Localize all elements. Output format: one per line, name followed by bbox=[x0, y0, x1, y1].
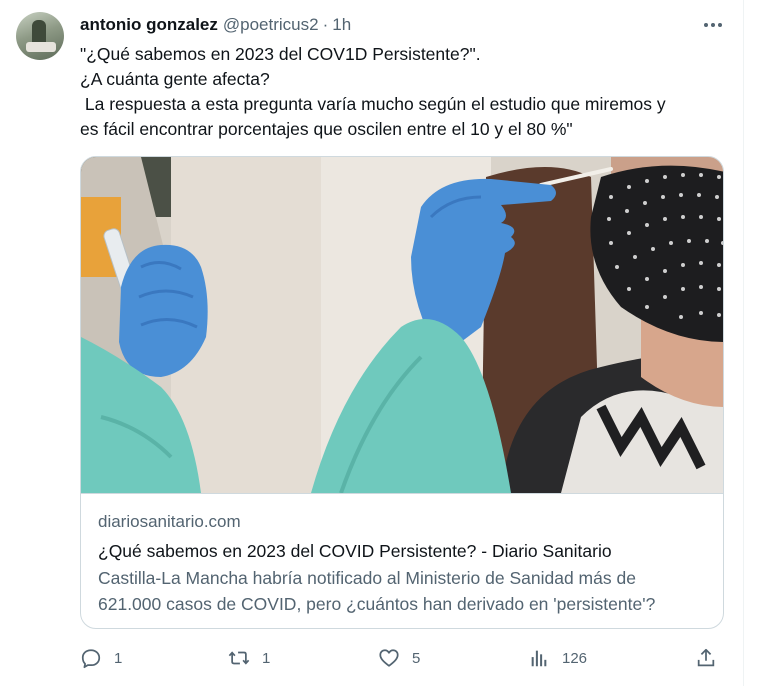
retweet-icon bbox=[228, 651, 250, 665]
action-bar: 1 1 5 126 bbox=[80, 644, 730, 672]
card-description-line: 621.000 casos de COVID, pero ¿cuántos ha… bbox=[98, 594, 656, 614]
views-count: 126 bbox=[562, 649, 588, 667]
retweet-button[interactable]: 1 bbox=[228, 644, 270, 672]
reply-icon bbox=[81, 649, 101, 669]
more-dots-icon[interactable] bbox=[700, 14, 726, 36]
views-button[interactable]: 126 bbox=[528, 644, 587, 672]
card-body[interactable]: diariosanitario.com ¿Qué sabemos en 2023… bbox=[81, 493, 723, 628]
tweet[interactable]: antonio gonzalez @poetricus2 · 1h "¿Qué … bbox=[0, 0, 744, 686]
author-handle[interactable]: @poetricus2 bbox=[223, 15, 319, 35]
tweet-text-line: ¿A cuánta gente afecta? bbox=[80, 69, 270, 89]
author-name[interactable]: antonio gonzalez bbox=[80, 15, 218, 35]
covid-test-photo bbox=[81, 157, 723, 493]
views-icon bbox=[531, 650, 547, 667]
card-description-line: Castilla-La Mancha habría notificado al … bbox=[98, 568, 636, 588]
tweet-text-line: La respuesta a esta pregunta varía mucho… bbox=[80, 94, 666, 114]
tweet-text-line: es fácil encontrar porcentajes que oscil… bbox=[80, 119, 573, 139]
tweet-header: antonio gonzalez @poetricus2 · 1h bbox=[80, 14, 351, 36]
link-card[interactable]: diariosanitario.com ¿Qué sabemos en 2023… bbox=[80, 156, 724, 629]
separator-dot: · bbox=[322, 15, 329, 34]
avatar[interactable] bbox=[16, 12, 64, 60]
card-image[interactable] bbox=[81, 157, 723, 493]
share-button[interactable] bbox=[695, 644, 717, 672]
share-icon bbox=[697, 648, 715, 667]
retweet-count: 1 bbox=[262, 649, 271, 667]
tweet-time[interactable]: 1h bbox=[332, 15, 351, 35]
card-description: Castilla-La Mancha habría notificado al … bbox=[98, 565, 709, 617]
like-count: 5 bbox=[412, 649, 421, 667]
heart-icon bbox=[379, 649, 399, 667]
card-title[interactable]: ¿Qué sabemos en 2023 del COVID Persisten… bbox=[98, 538, 709, 565]
tweet-text-line: "¿Qué sabemos en 2023 del COV1D Persiste… bbox=[80, 44, 481, 64]
reply-count: 1 bbox=[114, 649, 123, 667]
reply-button[interactable]: 1 bbox=[80, 644, 122, 672]
tweet-text: "¿Qué sabemos en 2023 del COV1D Persiste… bbox=[80, 42, 730, 142]
avatar-bench bbox=[26, 42, 56, 52]
card-domain: diariosanitario.com bbox=[98, 512, 241, 531]
like-button[interactable]: 5 bbox=[378, 644, 420, 672]
